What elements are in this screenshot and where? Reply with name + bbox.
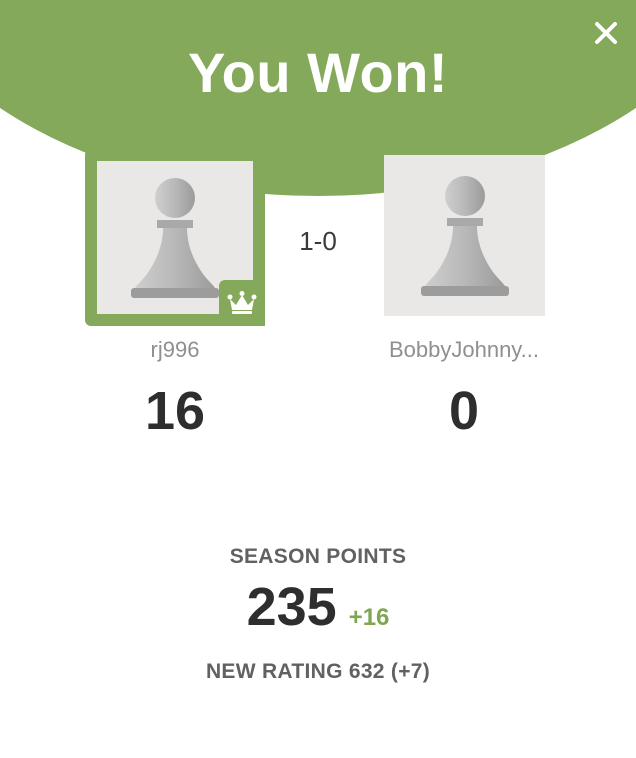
crown-icon (227, 291, 257, 314)
new-rating: NEW RATING 632 (+7) (205, 660, 431, 683)
season-points-label: SEASON POINTS (229, 545, 407, 568)
player-points-winner: 16 (144, 381, 206, 441)
game-score: 1-0 (299, 226, 337, 256)
season-points-value: 235 (246, 577, 337, 637)
player-avatar-opponent[interactable] (384, 155, 545, 316)
pawn-icon (131, 177, 219, 298)
result-title: You Won! (187, 41, 449, 104)
game-over-modal: You Won! 1-0 rj996 BobbyJohnny... 16 0 S… (0, 0, 636, 758)
player-name-opponent[interactable]: BobbyJohnny... (364, 337, 564, 363)
player-avatar-winner[interactable] (85, 149, 265, 326)
season-points-delta: +16 (348, 604, 390, 631)
player-name-winner[interactable]: rj996 (85, 337, 265, 363)
pawn-icon (420, 175, 509, 296)
winner-badge (219, 280, 265, 326)
season-points-row: 235 +16 (0, 576, 636, 638)
player-points-opponent: 0 (448, 381, 480, 441)
